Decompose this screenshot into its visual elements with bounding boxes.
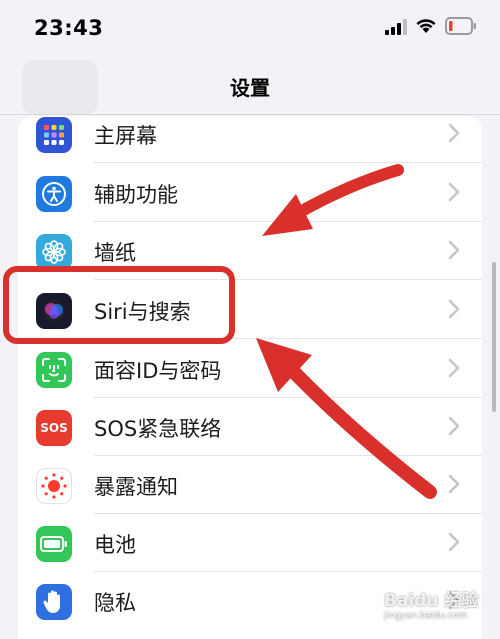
baidu-jingyan-watermark: Baidu 经验 jingyan.baidu.com — [384, 586, 496, 636]
chevron-right-icon — [448, 474, 460, 494]
watermark-url: jingyan.baidu.com — [384, 611, 468, 621]
settings-item-label: 隐私 — [94, 591, 136, 615]
settings-item-home-screen[interactable]: 主屏幕 — [18, 116, 482, 163]
settings-item-label: 墙纸 — [94, 241, 136, 265]
settings-item-label: 电池 — [94, 533, 136, 557]
settings-item-label: 面容ID与密码 — [94, 359, 222, 383]
settings-list[interactable]: 主屏幕 辅助功能 墙纸 Siri与搜索 面容ID与密码 SOS SOS紧急联络 … — [18, 116, 482, 639]
sos-icon: SOS — [36, 410, 72, 446]
exposure-notification-icon — [36, 468, 72, 504]
settings-item-label: 辅助功能 — [94, 183, 178, 207]
chevron-right-icon — [448, 240, 460, 260]
faded-header-element — [22, 60, 98, 114]
chevron-right-icon — [448, 358, 460, 378]
wifi-icon — [416, 19, 436, 33]
settings-item-label: 主屏幕 — [94, 124, 157, 148]
settings-item-label: SOS紧急联络 — [94, 417, 222, 441]
chevron-right-icon — [448, 123, 460, 143]
settings-item-battery[interactable]: 电池 — [18, 514, 482, 572]
chevron-right-icon — [448, 299, 460, 319]
settings-item-emergency-sos[interactable]: SOS SOS紧急联络 — [18, 398, 482, 456]
home-screen-grid-icon — [36, 117, 72, 153]
settings-item-accessibility[interactable]: 辅助功能 — [18, 164, 482, 222]
status-time: 23:43 — [34, 16, 104, 40]
sos-icon-text: SOS — [40, 421, 68, 435]
scroll-indicator[interactable] — [492, 262, 496, 412]
face-id-icon — [36, 352, 72, 388]
cellular-signal-icon — [385, 19, 407, 35]
chevron-right-icon — [448, 182, 460, 202]
battery-icon — [36, 526, 72, 562]
settings-item-label: 暴露通知 — [94, 475, 178, 499]
watermark-text: Baidu 经验 — [384, 591, 479, 611]
status-bar: 23:43 — [0, 0, 500, 58]
chevron-right-icon — [448, 416, 460, 436]
annotation-highlight-box — [3, 266, 235, 344]
wallpaper-flower-icon — [36, 234, 72, 270]
privacy-hand-icon — [36, 584, 72, 620]
settings-item-face-id-passcode[interactable]: 面容ID与密码 — [18, 340, 482, 398]
row-divider — [94, 162, 482, 163]
accessibility-icon — [36, 176, 72, 212]
chevron-right-icon — [448, 532, 460, 552]
battery-low-icon — [445, 17, 476, 35]
settings-item-exposure-notifications[interactable]: 暴露通知 — [18, 456, 482, 514]
